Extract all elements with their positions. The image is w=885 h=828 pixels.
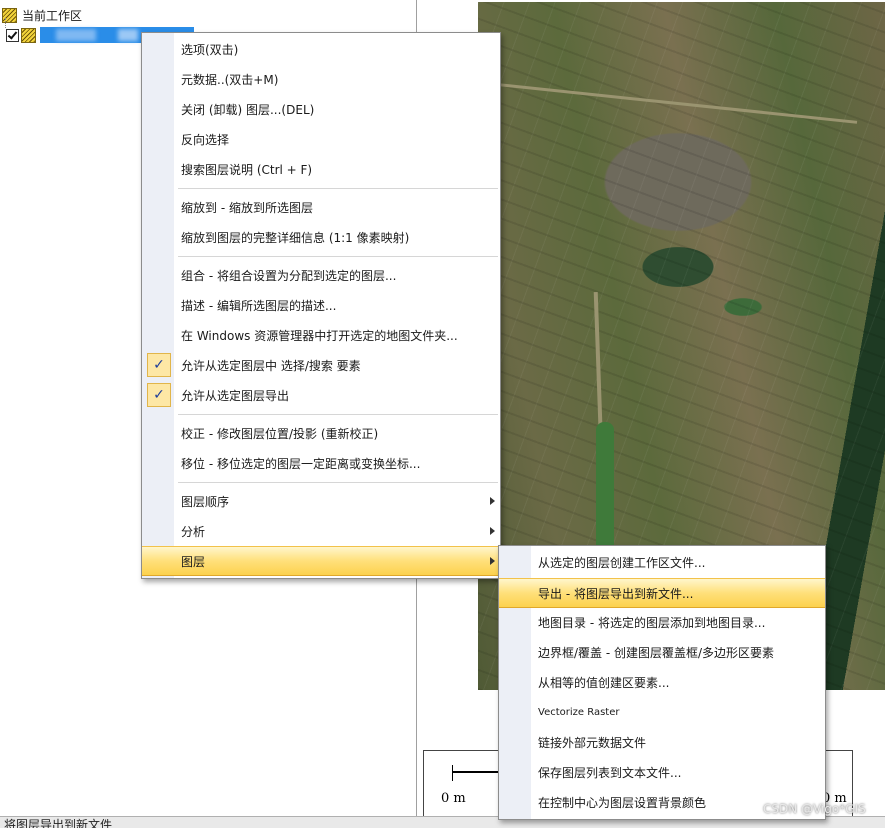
menu-label: 元数据..(双击+M) [181,72,279,87]
menu-item-open-folder[interactable]: 在 Windows 资源管理器中打开选定的地图文件夹... [142,321,500,349]
menu-label: 组合 - 将组合设置为分配到选定的图层... [181,268,397,283]
menu-item-export-layer[interactable]: 导出 - 将图层导出到新文件... [499,578,825,608]
menu-label: 校正 - 修改图层位置/投影 (重新校正) [181,426,379,441]
menu-item-allow-export[interactable]: ✓ 允许从选定图层导出 [142,381,500,409]
menu-item-group[interactable]: 组合 - 将组合设置为分配到选定的图层... [142,261,500,289]
menu-item-layer[interactable]: 图层 [142,546,500,576]
workspace-label: 当前工作区 [22,8,83,23]
scale-tick [452,765,453,781]
menu-label: 搜索图层说明 (Ctrl + F) [181,162,313,177]
menu-item-description[interactable]: 描述 - 编辑所选图层的描述... [142,291,500,319]
redacted-text [56,29,96,41]
menu-label: 保存图层列表到文本文件... [538,765,682,780]
menu-label: Vectorize Raster [538,706,620,718]
menu-item-create-area-features[interactable]: 从相等的值创建区要素... [499,668,825,696]
menu-separator [178,482,498,483]
menu-item-metadata[interactable]: 元数据..(双击+M) [142,65,500,93]
menu-separator [178,256,498,257]
menu-item-analysis[interactable]: 分析 [142,517,500,545]
menu-label: 边界框/覆盖 - 创建图层覆盖框/多边形区要素 [538,645,775,660]
menu-item-options[interactable]: 选项(双击) [142,35,500,63]
menu-separator [178,414,498,415]
menu-item-create-workspace[interactable]: 从选定的图层创建工作区文件... [499,548,825,576]
layer-visibility-checkbox[interactable] [6,28,19,42]
menu-item-zoom-full-detail[interactable]: 缩放到图层的完整详细信息 (1:1 像素映射) [142,223,500,251]
menu-item-map-catalog[interactable]: 地图目录 - 将选定的图层添加到地图目录... [499,608,825,636]
watermark-text: CSDN @Vigo*GIS [763,802,866,816]
menu-item-save-layer-list[interactable]: 保存图层列表到文本文件... [499,758,825,786]
raster-layer-icon [21,27,36,43]
menu-label: 从选定的图层创建工作区文件... [538,555,706,570]
layer-submenu: 从选定的图层创建工作区文件... 导出 - 将图层导出到新文件... 地图目录 … [498,545,826,820]
menu-label: 缩放到 - 缩放到所选图层 [181,200,313,215]
menu-item-link-metadata[interactable]: 链接外部元数据文件 [499,728,825,756]
menu-label: 从相等的值创建区要素... [538,675,670,690]
menu-label: 导出 - 将图层导出到新文件... [538,586,694,601]
checkmark-icon: ✓ [147,353,171,377]
menu-item-layer-order[interactable]: 图层顺序 [142,487,500,515]
menu-label: 描述 - 编辑所选图层的描述... [181,298,337,313]
menu-item-allow-select[interactable]: ✓ 允许从选定图层中 选择/搜索 要素 [142,351,500,379]
menu-label: 缩放到图层的完整详细信息 (1:1 像素映射) [181,230,410,245]
checkmark-icon: ✓ [147,383,171,407]
layer-context-menu: 选项(双击) 元数据..(双击+M) 关闭 (卸载) 图层...(DEL) 反向… [141,32,501,579]
tree-item-workspace[interactable]: 当前工作区 [2,6,82,24]
submenu-arrow-icon [490,527,495,535]
menu-label: 允许从选定图层中 选择/搜索 要素 [181,358,361,373]
submenu-arrow-icon [490,497,495,505]
menu-item-shift[interactable]: 移位 - 移位选定的图层一定距离或变换坐标... [142,449,500,477]
menu-label: 图层 [181,554,206,569]
menu-item-close-layer[interactable]: 关闭 (卸载) 图层...(DEL) [142,95,500,123]
menu-item-rectify[interactable]: 校正 - 修改图层位置/投影 (重新校正) [142,419,500,447]
menu-label: 关闭 (卸载) 图层...(DEL) [181,102,315,117]
menu-item-invert-selection[interactable]: 反向选择 [142,125,500,153]
menu-label: 反向选择 [181,132,230,147]
menu-label: 选项(双击) [181,42,239,57]
menu-item-vectorize-raster[interactable]: Vectorize Raster [499,698,825,726]
menu-label: 分析 [181,524,206,539]
menu-label: 图层顺序 [181,494,230,509]
redacted-text [118,29,138,41]
menu-label: 链接外部元数据文件 [538,735,647,750]
menu-label: 地图目录 - 将选定的图层添加到地图目录... [538,615,766,630]
submenu-arrow-icon [490,557,495,565]
menu-item-zoom-to-layer[interactable]: 缩放到 - 缩放到所选图层 [142,193,500,221]
menu-label: 在 Windows 资源管理器中打开选定的地图文件夹... [181,328,458,343]
menu-label: 允许从选定图层导出 [181,388,290,403]
menu-label: 在控制中心为图层设置背景颜色 [538,795,707,810]
menu-label: 移位 - 移位选定的图层一定距离或变换坐标... [181,456,421,471]
menu-item-bounding-box[interactable]: 边界框/覆盖 - 创建图层覆盖框/多边形区要素 [499,638,825,666]
menu-item-search-description[interactable]: 搜索图层说明 (Ctrl + F) [142,155,500,183]
menu-separator [178,188,498,189]
scale-label-left: 0 m [441,791,466,806]
